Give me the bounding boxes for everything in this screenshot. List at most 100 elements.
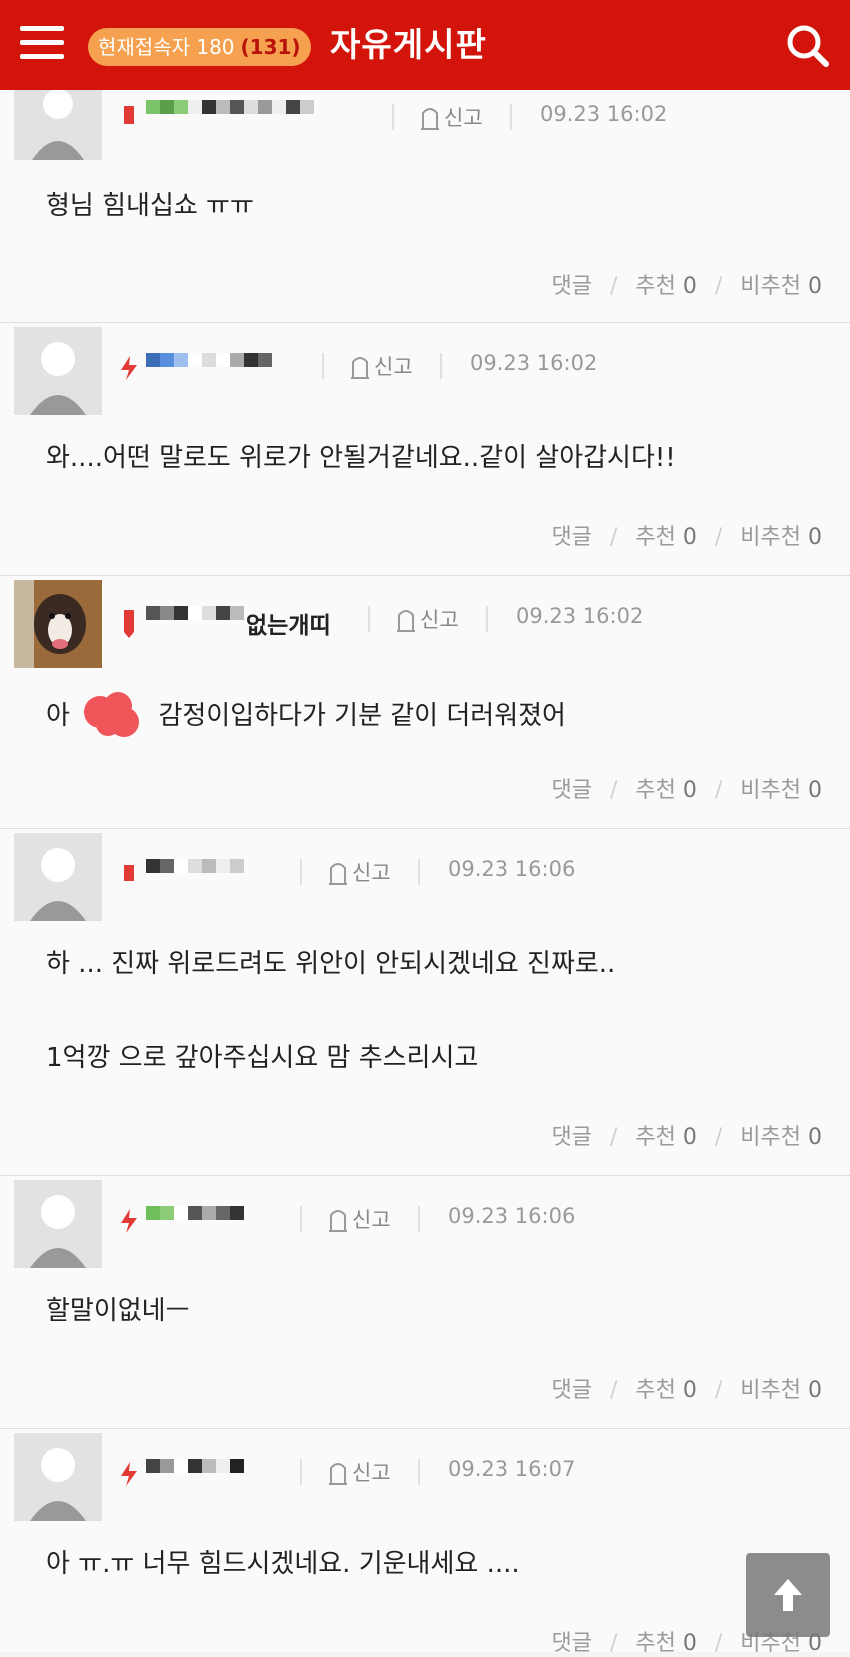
reply-button[interactable]: 댓글 bbox=[551, 274, 591, 299]
divider bbox=[418, 1206, 420, 1232]
comment-actions: 댓글 / 추천 0/비추천 0 bbox=[551, 274, 822, 299]
comment-time: 09.23 16:02 bbox=[470, 351, 598, 375]
author-info[interactable]: 없는개띠 bbox=[118, 602, 358, 642]
level-icon bbox=[118, 608, 140, 642]
author-info[interactable] bbox=[118, 855, 298, 895]
report-icon bbox=[329, 1210, 347, 1232]
comment-time: 09.23 16:07 bbox=[448, 1457, 576, 1481]
comment-actions: 댓글 / 추천 0/비추천 0 bbox=[551, 525, 822, 550]
divider bbox=[418, 1459, 420, 1485]
divider bbox=[322, 353, 324, 379]
divider bbox=[392, 104, 394, 130]
comment-text: 아 ㅠ.ㅠ 너무 힘드시겠네요. 기운내세요 .... bbox=[46, 1549, 520, 1579]
reply-button[interactable]: 댓글 bbox=[551, 1631, 591, 1656]
blurred-nickname bbox=[146, 100, 314, 114]
author-info[interactable] bbox=[118, 96, 368, 136]
comment-text-main: 감정이입하다가 기분 같이 더러워졌어 bbox=[158, 701, 566, 731]
comment-item: 신고 09.23 16:06 할말이없네ㅡ 댓글 / 추천 0/비추천 0 bbox=[0, 1176, 850, 1429]
not-recommend-button[interactable]: 비추천 0 bbox=[740, 525, 822, 550]
report-icon bbox=[397, 610, 415, 632]
blurred-nickname bbox=[146, 353, 272, 367]
avatar bbox=[14, 90, 102, 160]
author-info[interactable] bbox=[118, 349, 318, 389]
report-icon bbox=[329, 1463, 347, 1485]
not-recommend-button[interactable]: 비추천 0 bbox=[740, 1378, 822, 1403]
nickname: 없는개띠 bbox=[246, 613, 331, 639]
search-icon[interactable] bbox=[784, 22, 832, 70]
avatar bbox=[14, 1433, 102, 1521]
recommend-button[interactable]: 추천 0 bbox=[635, 1631, 696, 1656]
comment-time: 09.23 16:06 bbox=[448, 857, 576, 881]
scroll-to-top-button[interactable] bbox=[746, 1553, 830, 1637]
blurred-nickname bbox=[146, 1206, 244, 1220]
menu-icon[interactable] bbox=[20, 26, 64, 62]
comment-text-prefix: 아 bbox=[46, 701, 70, 731]
avatar bbox=[14, 327, 102, 415]
reply-button[interactable]: 댓글 bbox=[551, 1378, 591, 1403]
report-button[interactable]: 신고 bbox=[328, 857, 391, 887]
report-button[interactable]: 신고 bbox=[396, 604, 459, 634]
divider bbox=[418, 859, 420, 885]
not-recommend-button[interactable]: 비추천 0 bbox=[740, 778, 822, 803]
level-icon bbox=[118, 1461, 140, 1491]
online-users-label: 현재접속자 180 bbox=[98, 35, 235, 59]
blurred-nickname bbox=[146, 606, 244, 620]
recommend-button[interactable]: 추천 0 bbox=[635, 1125, 696, 1150]
report-button[interactable]: 신고 bbox=[420, 102, 483, 132]
report-icon bbox=[351, 357, 369, 379]
recommend-button[interactable]: 추천 0 bbox=[635, 274, 696, 299]
level-icon bbox=[118, 355, 140, 385]
level-icon bbox=[118, 102, 140, 132]
comment-actions: 댓글 / 추천 0/비추천 0 bbox=[551, 1125, 822, 1150]
comment-text: 와....어떤 말로도 위로가 안될거같네요..같이 살아갑시다!! bbox=[46, 443, 676, 473]
level-icon bbox=[118, 861, 140, 891]
avatar bbox=[14, 580, 102, 668]
report-icon bbox=[329, 863, 347, 885]
page-title: 자유게시판 bbox=[330, 25, 487, 64]
author-info[interactable] bbox=[118, 1202, 298, 1242]
online-users-count: (131) bbox=[240, 35, 301, 59]
report-button[interactable]: 신고 bbox=[328, 1457, 391, 1487]
divider bbox=[440, 353, 442, 379]
comment-actions: 댓글 / 추천 0/비추천 0 bbox=[551, 778, 822, 803]
not-recommend-button[interactable]: 비추천 0 bbox=[740, 1125, 822, 1150]
level-icon bbox=[118, 1208, 140, 1238]
divider bbox=[510, 104, 512, 130]
comment-time: 09.23 16:06 bbox=[448, 1204, 576, 1228]
divider bbox=[300, 1206, 302, 1232]
report-button[interactable]: 신고 bbox=[328, 1204, 391, 1234]
reply-button[interactable]: 댓글 bbox=[551, 778, 591, 803]
comment-text: 형님 힘내십쇼 ㅠㅠ bbox=[46, 191, 254, 221]
comment-text-line2: 1억깡 으로 갚아주십시요 맘 추스리시고 bbox=[46, 1043, 479, 1073]
arrow-up-icon bbox=[774, 1579, 802, 1611]
divider bbox=[300, 1459, 302, 1485]
avatar bbox=[14, 1180, 102, 1268]
comment-text: 하 ... 진짜 위로드려도 위안이 안되시겠네요 진짜로.. bbox=[46, 949, 616, 979]
report-button[interactable]: 신고 bbox=[350, 351, 413, 381]
comment-item: 없는개띠 신고 09.23 16:02 아 감정이입하다가 기분 같이 더러워졌… bbox=[0, 576, 850, 829]
author-info[interactable] bbox=[118, 1455, 298, 1495]
online-users-badge: 현재접속자 180 (131) bbox=[88, 28, 311, 66]
comment-text: 아 감정이입하다가 기분 같이 더러워졌어 bbox=[46, 690, 566, 738]
recommend-button[interactable]: 추천 0 bbox=[635, 778, 696, 803]
reply-button[interactable]: 댓글 bbox=[551, 1125, 591, 1150]
divider bbox=[300, 859, 302, 885]
comment-item: 신고 09.23 16:02 와....어떤 말로도 위로가 안될거같네요..같… bbox=[0, 323, 850, 576]
redaction-blob bbox=[80, 690, 148, 738]
comment-time: 09.23 16:02 bbox=[540, 102, 668, 126]
comment-item: 신고 09.23 16:06 하 ... 진짜 위로드려도 위안이 안되시겠네요… bbox=[0, 829, 850, 1176]
divider bbox=[368, 606, 370, 632]
blurred-nickname bbox=[146, 859, 244, 873]
report-icon bbox=[421, 108, 439, 130]
comment-item: 신고 09.23 16:07 아 ㅠ.ㅠ 너무 힘드시겠네요. 기운내세요 ..… bbox=[0, 1429, 850, 1656]
comment-item: 신고 09.23 16:02 형님 힘내십쇼 ㅠㅠ 댓글 / 추천 0/비추천 0 bbox=[0, 90, 850, 323]
not-recommend-button[interactable]: 비추천 0 bbox=[740, 274, 822, 299]
comment-actions: 댓글 / 추천 0/비추천 0 bbox=[551, 1378, 822, 1403]
comment-time: 09.23 16:02 bbox=[516, 604, 644, 628]
recommend-button[interactable]: 추천 0 bbox=[635, 525, 696, 550]
top-bar: 현재접속자 180 (131) 자유게시판 bbox=[0, 0, 850, 90]
recommend-button[interactable]: 추천 0 bbox=[635, 1378, 696, 1403]
comment-text: 할말이없네ㅡ bbox=[46, 1296, 190, 1326]
reply-button[interactable]: 댓글 bbox=[551, 525, 591, 550]
avatar bbox=[14, 833, 102, 921]
